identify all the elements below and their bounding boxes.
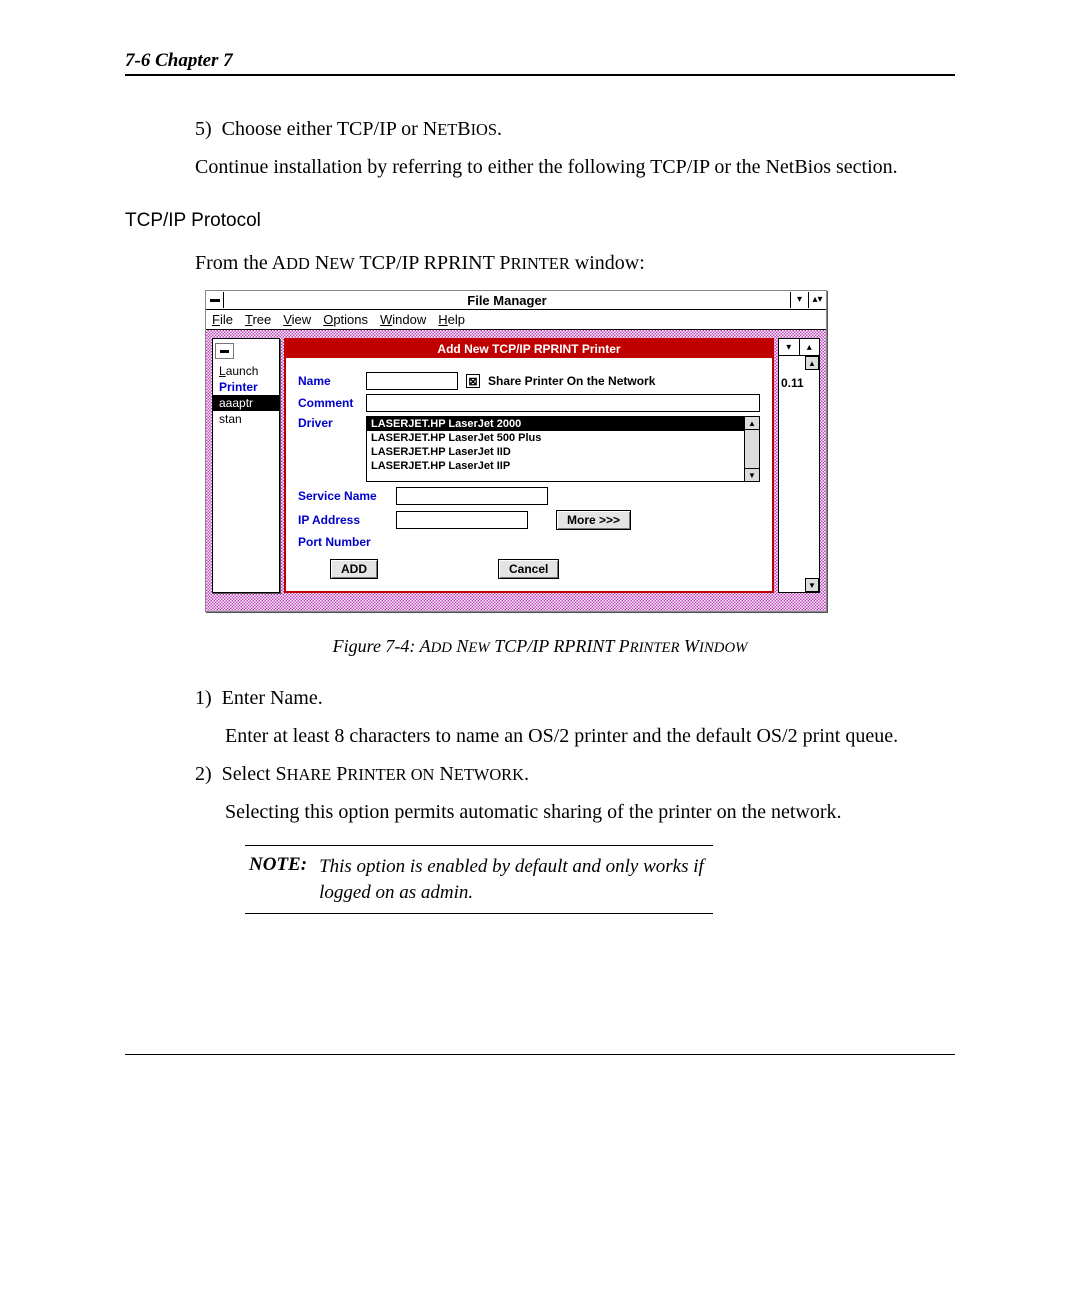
system-menu-icon[interactable] (206, 292, 224, 308)
section-heading: TCP/IP Protocol (125, 210, 955, 232)
comment-label: Comment (298, 396, 358, 410)
name-input[interactable] (366, 372, 458, 390)
ip-address-input[interactable] (396, 511, 528, 529)
step-2-head: 2) Select SHARE PRINTER ON NETWORK. (225, 761, 955, 787)
step-1-body: Enter at least 8 characters to name an O… (225, 723, 955, 749)
menu-help[interactable]: Help (438, 312, 465, 327)
service-name-label: Service Name (298, 489, 388, 503)
share-label: Share Printer On the Network (488, 374, 655, 388)
note-box: NOTE: This option is enabled by default … (245, 845, 713, 914)
side-panel: Launch Printer aaaptr stan (212, 338, 280, 593)
right-max-icon[interactable]: ▴ (799, 339, 820, 355)
driver-item-3[interactable]: LASERJET.HP LaserJet IIP (367, 459, 744, 473)
more-button[interactable]: More >>> (556, 510, 631, 530)
driver-label: Driver (298, 416, 358, 430)
share-checkbox[interactable]: ⊠ (466, 374, 480, 388)
name-label: Name (298, 374, 358, 388)
driver-item-0[interactable]: LASERJET.HP LaserJet 2000 (367, 417, 744, 431)
dialog-title: Add New TCP/IP RPRINT Printer (286, 340, 772, 358)
step-5-num: 5) (195, 118, 212, 140)
driver-scroll-down-icon[interactable]: ▼ (745, 468, 759, 481)
menu-window[interactable]: Window (380, 312, 426, 327)
add-printer-dialog: Add New TCP/IP RPRINT Printer Name ⊠ Sha… (284, 338, 774, 593)
figure-caption: Figure 7-4: ADD NEW TCP/IP RPRINT PRINTE… (125, 636, 955, 657)
right-value: 0.11 (781, 376, 817, 390)
driver-scroll-up-icon[interactable]: ▲ (745, 417, 759, 430)
maximize-button[interactable]: ▴▾ (808, 292, 826, 308)
header-rule (125, 74, 955, 76)
minimize-button[interactable]: ▾ (790, 292, 808, 308)
service-name-input[interactable] (396, 487, 548, 505)
menu-file[interactable]: File (212, 312, 233, 327)
driver-scrollbar[interactable]: ▲ ▼ (744, 417, 759, 481)
step-2-body: Selecting this option permits automatic … (225, 799, 955, 825)
menu-tree[interactable]: Tree (245, 312, 271, 327)
right-panel: ▾ ▴ ▲ 0.11 ▼ (778, 338, 820, 593)
step-5: 5) Choose either TCP/IP or NETBIOS. (225, 116, 955, 142)
step-5-text: Choose either TCP/IP or NETBIOS. (222, 118, 502, 140)
client-area: Launch Printer aaaptr stan Add New TCP/I… (206, 330, 826, 611)
sidebar-item-printer[interactable]: Printer (213, 379, 279, 395)
menu-bar: File Tree View Options Window Help (206, 310, 826, 330)
file-manager-window: File Manager ▾ ▴▾ File Tree View Options… (205, 290, 827, 612)
sidebar-item-stan[interactable]: stan (213, 411, 279, 427)
right-scroll-down-icon[interactable]: ▼ (805, 578, 819, 592)
cancel-button[interactable]: Cancel (498, 559, 559, 579)
driver-item-1[interactable]: LASERJET.HP LaserJet 500 Plus (367, 431, 744, 445)
continue-text: Continue installation by referring to ei… (195, 154, 955, 180)
ip-address-label: IP Address (298, 513, 388, 527)
page-header: 7-6 Chapter 7 (125, 50, 955, 72)
sidebar-item-launch[interactable]: Launch (213, 363, 279, 379)
port-number-label: Port Number (298, 535, 388, 549)
driver-listbox[interactable]: LASERJET.HP LaserJet 2000 LASERJET.HP La… (366, 416, 760, 482)
menu-options[interactable]: Options (323, 312, 368, 327)
driver-item-2[interactable]: LASERJET.HP LaserJet IID (367, 445, 744, 459)
from-line: From the ADD NEW TCP/IP RPRINT PRINTER w… (195, 250, 955, 276)
footer-rule (125, 1054, 955, 1055)
sidebar-item-aaaptr[interactable]: aaaptr (213, 395, 279, 411)
right-scroll-up-icon[interactable]: ▲ (805, 356, 819, 370)
note-text: This option is enabled by default and on… (319, 854, 709, 905)
add-button[interactable]: ADD (330, 559, 378, 579)
window-title: File Manager (224, 293, 790, 308)
outer-titlebar: File Manager ▾ ▴▾ (206, 291, 826, 310)
menu-view[interactable]: View (283, 312, 311, 327)
step-1-head: 1) Enter Name. (225, 685, 955, 711)
side-system-icon[interactable] (215, 343, 234, 359)
comment-input[interactable] (366, 394, 760, 412)
right-min-icon[interactable]: ▾ (779, 339, 799, 355)
note-label: NOTE: (249, 854, 307, 905)
